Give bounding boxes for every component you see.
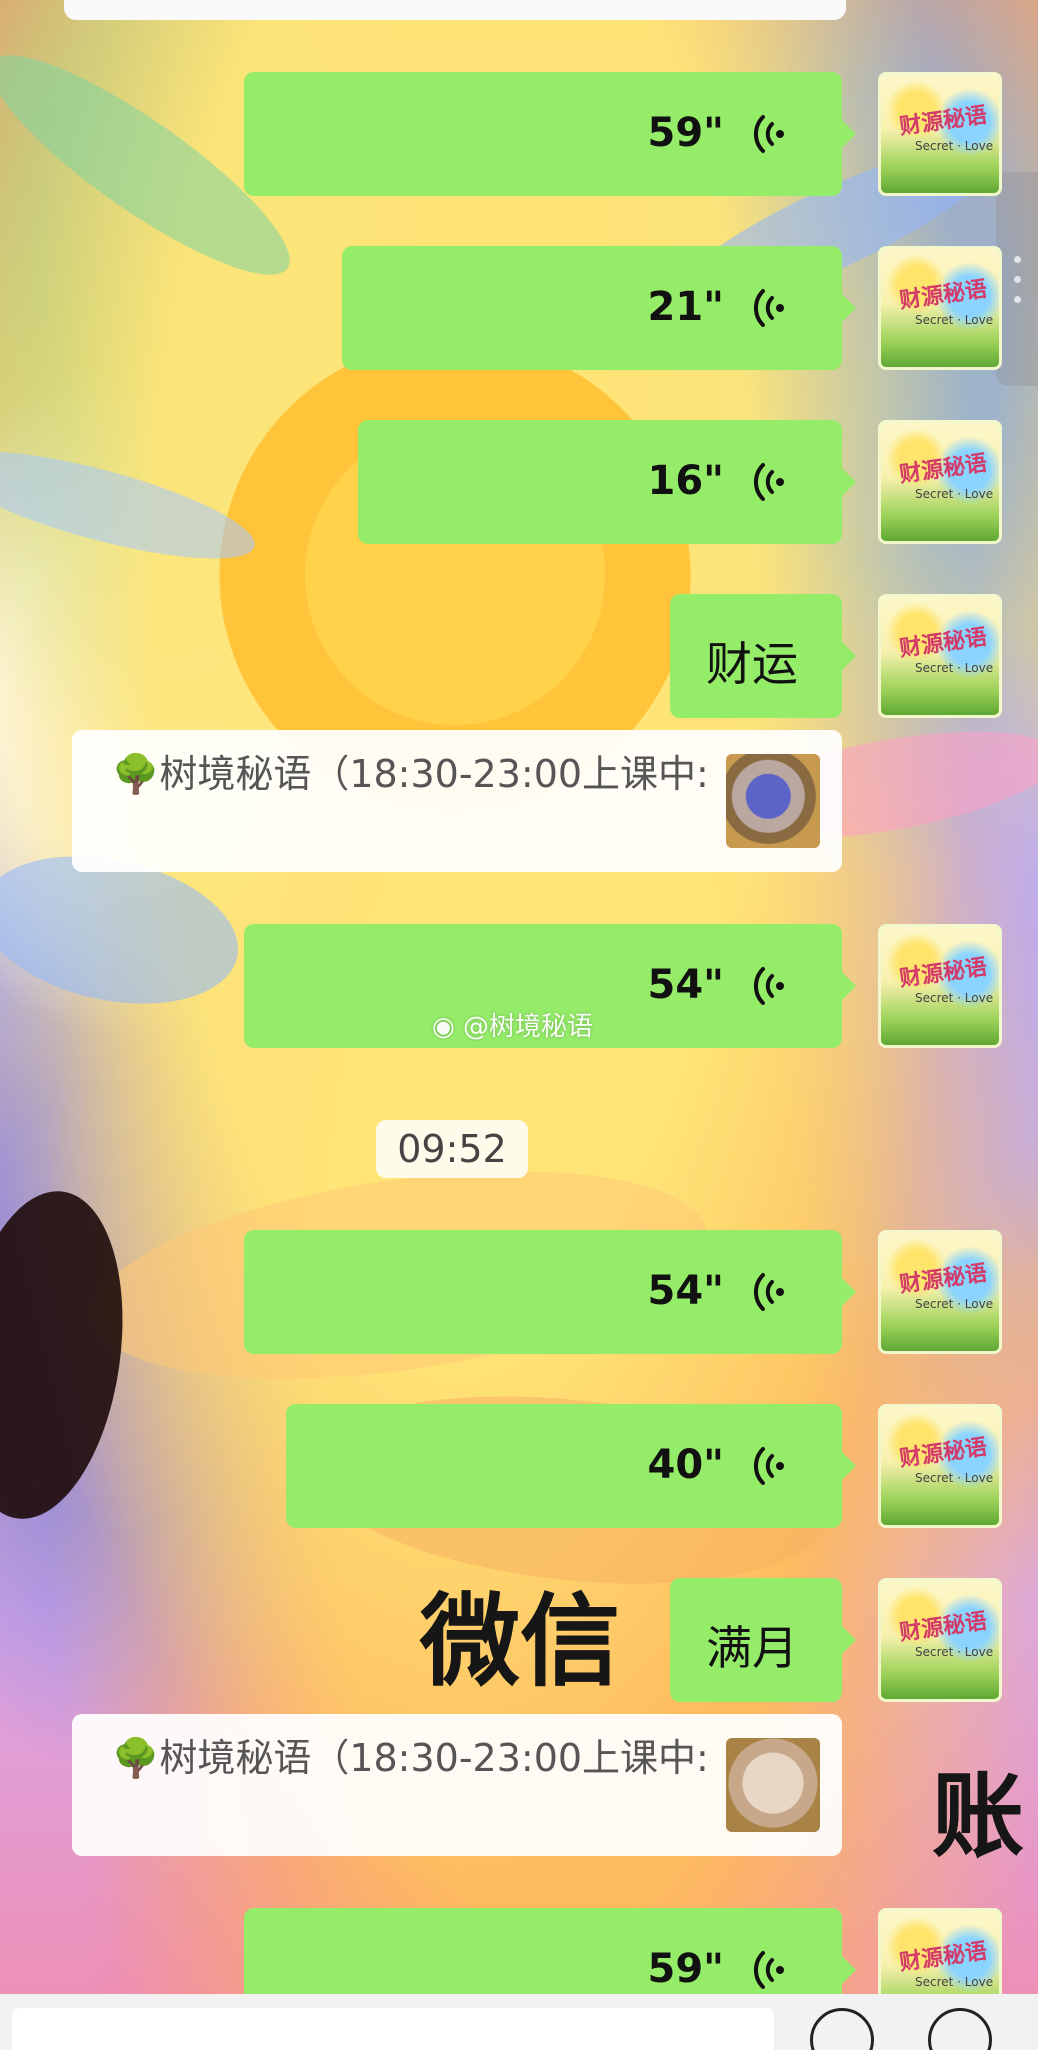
voice-duration: 16" <box>647 458 724 504</box>
voice-duration: 54" <box>647 962 724 1008</box>
user-avatar[interactable]: 财源秘语 Secret · Love <box>878 72 1002 196</box>
user-avatar[interactable]: 财源秘语 Secret · Love <box>878 1578 1002 1702</box>
voice-wave-icon <box>753 463 784 501</box>
user-avatar[interactable]: 财源秘语 Secret · Love <box>878 1230 1002 1354</box>
voice-wave-icon <box>753 115 784 153</box>
quote-text: 🌳树境秘语（18:30-23:00上课中: <box>112 752 709 796</box>
voice-wave-icon <box>753 1951 784 1989</box>
watermark-text: @树境秘语 <box>462 1012 593 1042</box>
voice-wave-icon <box>753 1447 784 1485</box>
message-text: 满月 <box>706 1621 798 1675</box>
text-message-bubble[interactable]: 财运 <box>670 594 856 718</box>
message-input[interactable] <box>12 2008 774 2050</box>
background-overlay-text: 微信 <box>420 1583 620 1700</box>
background-overlay-text: 账 <box>932 1763 1025 1870</box>
weibo-icon: ◉ <box>432 1012 463 1042</box>
voice-duration: 59" <box>647 110 724 156</box>
previous-message-edge <box>64 0 846 20</box>
quoted-message-card[interactable]: 🌳树境秘语（18:30-23:00上课中: <box>72 1714 842 1856</box>
more-actions-button[interactable] <box>928 2008 992 2050</box>
text-message-bubble[interactable]: 满月 <box>670 1578 856 1702</box>
voice-duration: 59" <box>647 1946 724 1992</box>
quote-thumbnail-image <box>726 1738 820 1832</box>
quote-text: 🌳树境秘语（18:30-23:00上课中: <box>112 1736 709 1780</box>
user-avatar[interactable]: 财源秘语 Secret · Love <box>878 924 1002 1048</box>
voice-message-bubble[interactable]: 40" <box>286 1404 856 1528</box>
voice-duration: 40" <box>647 1442 724 1488</box>
voice-message-bubble[interactable]: 21" <box>342 246 856 370</box>
user-avatar[interactable]: 财源秘语 Secret · Love <box>878 246 1002 370</box>
weibo-watermark: ◉ @树境秘语 <box>432 1006 593 1043</box>
voice-duration: 21" <box>647 284 724 330</box>
voice-wave-icon <box>753 1273 784 1311</box>
side-handle[interactable] <box>996 172 1038 386</box>
voice-message-bubble[interactable]: 54" <box>244 1230 856 1354</box>
emoji-button[interactable] <box>810 2008 874 2050</box>
quote-thumbnail-image <box>726 754 820 848</box>
background-stroke <box>0 429 264 581</box>
voice-message-bubble[interactable]: 16" <box>358 420 856 544</box>
chat-input-bar <box>0 1994 1038 2050</box>
voice-wave-icon <box>753 289 784 327</box>
timestamp-divider: 09:52 <box>376 1120 528 1178</box>
user-avatar[interactable]: 财源秘语 Secret · Love <box>878 594 1002 718</box>
chat-screen: 微信 账 59" 财源秘语 Secret · Love 21" 财源秘语 Secre… <box>0 0 1038 2050</box>
voice-wave-icon <box>753 967 784 1005</box>
user-avatar[interactable]: 财源秘语 Secret · Love <box>878 420 1002 544</box>
user-avatar[interactable]: 财源秘语 Secret · Love <box>878 1404 1002 1528</box>
voice-message-bubble[interactable]: 59" <box>244 72 856 196</box>
silhouette-shape <box>0 1180 143 1530</box>
voice-duration: 54" <box>647 1268 724 1314</box>
message-text: 财运 <box>706 637 798 691</box>
quoted-message-card[interactable]: 🌳树境秘语（18:30-23:00上课中: <box>72 730 842 872</box>
